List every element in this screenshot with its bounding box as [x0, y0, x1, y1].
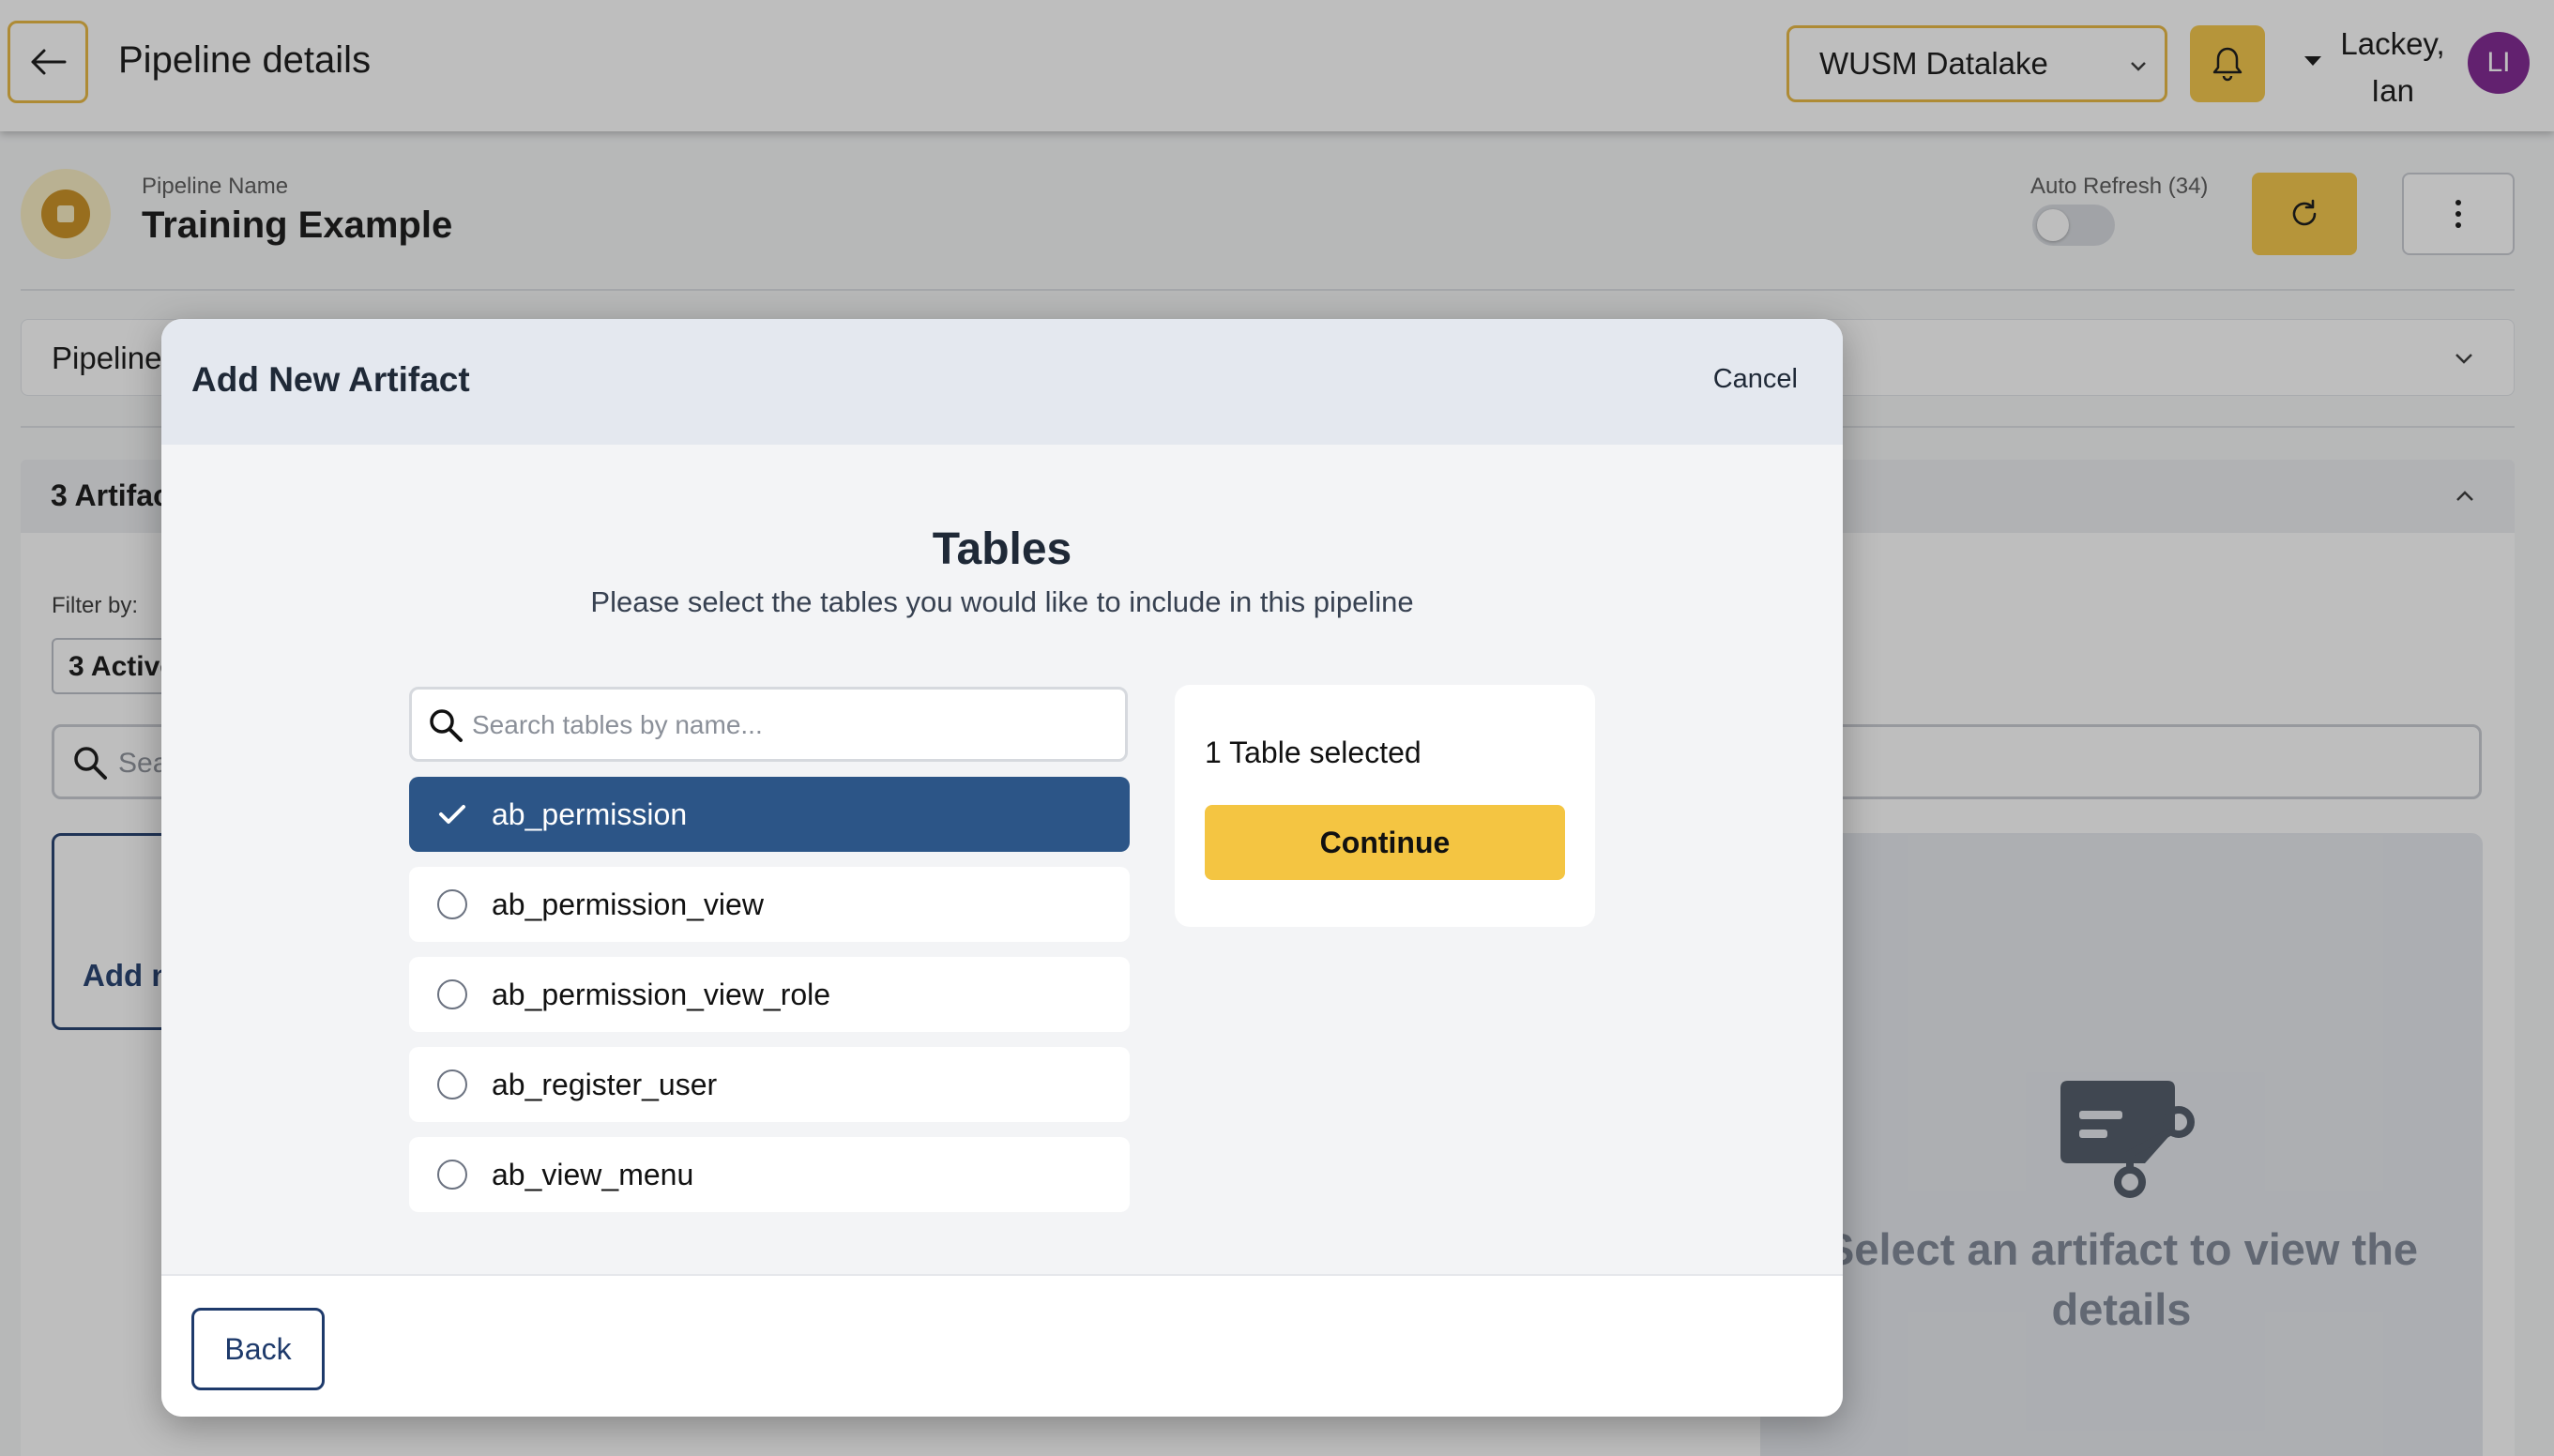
selection-summary-card: 1 Table selected Continue — [1175, 685, 1595, 927]
table-option-ab_register_user[interactable]: ab_register_user — [409, 1047, 1130, 1122]
table-option-ab_permission[interactable]: ab_permission — [409, 777, 1130, 852]
search-icon — [430, 709, 463, 742]
radio-unselected-icon — [437, 979, 467, 1009]
table-option-ab_view_menu[interactable]: ab_view_menu — [409, 1137, 1130, 1212]
table-option-label: ab_register_user — [492, 1068, 718, 1101]
table-option-label: ab_permission_view — [492, 887, 764, 921]
continue-button[interactable]: Continue — [1205, 805, 1565, 880]
modal-header: Add New Artifact Cancel — [161, 319, 1843, 445]
radio-unselected-icon — [437, 889, 467, 919]
add-artifact-modal: Add New Artifact Cancel Tables Please se… — [161, 319, 1843, 1417]
table-search-field[interactable] — [409, 687, 1128, 762]
checkmark-icon — [437, 799, 467, 829]
section-subtitle: Please select the tables you would like … — [590, 585, 1414, 618]
modal-footer: Back — [161, 1274, 1843, 1417]
modal-title: Add New Artifact — [191, 360, 470, 399]
table-search-input[interactable] — [472, 705, 1110, 746]
selected-count: 1 Table selected — [1205, 736, 1421, 769]
table-option-label: ab_view_menu — [492, 1158, 694, 1191]
table-option-label: ab_permission — [492, 797, 688, 831]
table-option-ab_permission_view_role[interactable]: ab_permission_view_role — [409, 957, 1130, 1032]
table-option-ab_permission_view[interactable]: ab_permission_view — [409, 867, 1130, 942]
cancel-button[interactable]: Cancel — [1713, 364, 1798, 395]
table-list: ab_permission ab_permission_view ab_permis… — [409, 777, 1130, 1227]
radio-unselected-icon — [437, 1160, 467, 1190]
table-option-label: ab_permission_view_role — [492, 978, 831, 1011]
back-button[interactable]: Back — [191, 1308, 325, 1390]
radio-unselected-icon — [437, 1069, 467, 1100]
section-title: Tables — [932, 524, 1072, 574]
